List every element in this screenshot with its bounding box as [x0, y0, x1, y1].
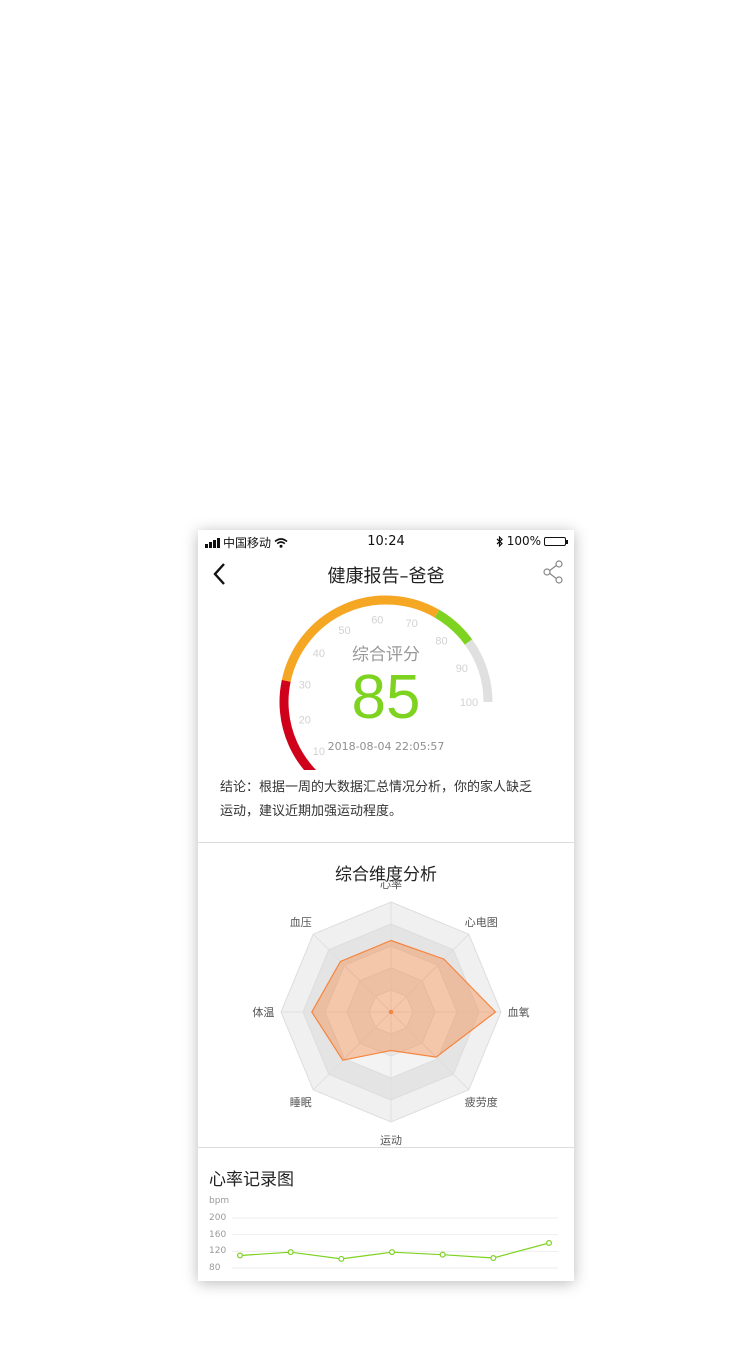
conclusion-line-2: 运动，建议近期加强运动程度。	[220, 804, 403, 819]
y-tick-label: 200	[209, 1213, 227, 1223]
heart-rate-point	[287, 1249, 294, 1256]
score-gauge: 0102030405060708090100 综合评分 85 2018-08-0…	[198, 590, 574, 770]
radar-center-dot	[388, 1009, 394, 1015]
unit-label: bpm	[209, 1196, 230, 1206]
heart-rate-point	[546, 1239, 553, 1246]
radar-label: 体温	[252, 1006, 275, 1019]
radar-label: 血氧	[507, 1006, 530, 1019]
nav-bar: 健康报告–爸爸	[198, 552, 574, 594]
radar-label: 睡眠	[289, 1096, 312, 1110]
heart-rate-svg	[232, 1217, 558, 1269]
radar-label: 运动	[380, 1133, 402, 1147]
share-icon[interactable]	[542, 560, 566, 584]
heart-rate-point	[389, 1249, 396, 1256]
section-divider	[198, 842, 574, 843]
heart-rate-point	[439, 1251, 446, 1258]
radar-chart: 心率心电图血氧疲劳度运动 睡眠 体温 血压	[198, 878, 574, 1146]
y-tick-label: 80	[209, 1263, 221, 1273]
status-right: 100%	[496, 534, 568, 548]
phone-screen: 中国移动 10:24 100% 健康报告–爸爸 10 20 30 40 50 6…	[198, 530, 574, 1281]
battery-icon	[544, 536, 568, 546]
bluetooth-icon	[496, 535, 503, 547]
gauge-tick-label: 0	[341, 769, 347, 770]
gauge-tick-label: 50	[338, 625, 350, 637]
conclusion-text: 结论：根据一周的大数据汇总情况分析，你的家人缺乏 运动，建议近期加强运动程度。	[220, 776, 562, 824]
gauge-tick-label: 60	[371, 614, 383, 626]
heart-rate-point	[490, 1254, 497, 1261]
status-bar: 中国移动 10:24 100%	[198, 530, 574, 552]
radar-label: 血压	[289, 915, 312, 929]
battery-label: 100%	[506, 534, 541, 548]
heart-rate-point	[338, 1255, 345, 1262]
y-tick-label: 120	[209, 1246, 227, 1257]
gauge-tick-label: 70	[406, 618, 418, 630]
radar-label: 疲劳度	[464, 1096, 498, 1110]
score-value: 85	[351, 663, 421, 732]
y-tick-label: 160	[209, 1229, 227, 1240]
score-date: 2018-08-04 22:05:57	[327, 740, 445, 753]
conclusion-line-1: 结论：根据一周的大数据汇总情况分析，你的家人缺乏	[220, 780, 533, 795]
heart-rate-title: 心率记录图	[209, 1170, 294, 1190]
radar-label: 心率	[380, 878, 402, 892]
radar-label: 心电图	[464, 915, 498, 929]
heart-rate-point	[236, 1252, 243, 1259]
heart-rate-chart: bpm 200 160 120 80	[198, 1190, 574, 1281]
section-divider	[198, 1147, 574, 1148]
page-title: 健康报告–爸爸	[327, 566, 445, 587]
